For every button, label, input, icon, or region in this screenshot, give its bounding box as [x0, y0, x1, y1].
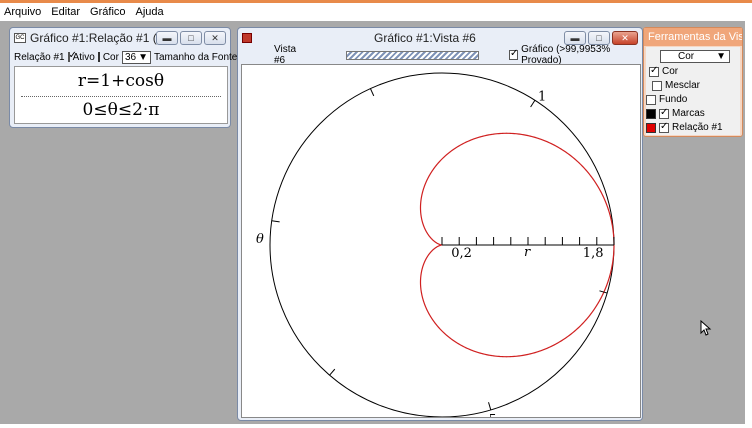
graph-restore-button[interactable]: □: [588, 31, 610, 45]
theta-tick: [369, 88, 375, 97]
relation-window-titlebar[interactable]: GC Gráfico #1:Relação #1 (Al... ▬ □ ✕: [10, 28, 230, 48]
theta-tick: [271, 220, 280, 223]
relation-name-label: Relação #1: [14, 51, 65, 63]
graph-window-icon: [242, 33, 252, 43]
constraint-text[interactable]: 0≤θ≤2·π: [15, 100, 227, 120]
relation-toolbar: Relação #1 Ativo Cor 36 ▼ Tamanho da Fon…: [14, 49, 237, 65]
minimize-icon: ▬: [570, 33, 580, 43]
theta-tick: [530, 99, 536, 108]
tool-item-relation[interactable]: Relação #1: [646, 121, 723, 133]
marks-color-swatch[interactable]: [646, 108, 656, 119]
tool-item-marks[interactable]: Marcas: [646, 107, 705, 119]
color-label: Cor: [102, 51, 119, 63]
tools-dropdown-value: Cor: [678, 51, 695, 62]
relation-checkbox[interactable]: [659, 121, 669, 133]
graph-canvas[interactable]: 0,2 1,8 r 1 5 θ: [241, 64, 641, 418]
menu-item-grafico[interactable]: Gráfico: [90, 6, 125, 18]
mouse-cursor-icon: [700, 320, 712, 336]
font-size-select[interactable]: 36 ▼: [121, 50, 151, 64]
tool-item-background[interactable]: Fundo: [646, 94, 687, 105]
tool-item-label: Relação #1: [672, 122, 723, 133]
theta-tick-label: 5: [488, 413, 496, 418]
restore-button[interactable]: □: [180, 31, 202, 45]
graph-proved-checkbox[interactable]: [509, 48, 518, 60]
tools-dropdown[interactable]: Cor ▼: [660, 50, 730, 63]
minimize-button[interactable]: ▬: [156, 31, 178, 45]
progress-hatch-bar: [345, 50, 479, 60]
graph-toolbar: Vista #6 Gráfico (>99,9953% Provado): [242, 44, 638, 67]
menu-item-ajuda[interactable]: Ajuda: [136, 6, 164, 18]
active-checkbox[interactable]: [67, 50, 77, 62]
r-axis-label: r: [524, 245, 531, 260]
graph-proved-label: Gráfico (>99,9953% Provado): [521, 44, 611, 66]
graph-window: Gráfico #1:Vista #6 ▬ □ ✕ Vista #6 Gráfi…: [237, 27, 643, 421]
close-button[interactable]: ✕: [204, 31, 226, 45]
graph-close-button[interactable]: ✕: [612, 31, 638, 45]
tool-item-blend[interactable]: Mesclar: [649, 80, 700, 91]
graph-window-title: Gráfico #1:Vista #6: [374, 31, 476, 45]
color-checkbox[interactable]: [649, 65, 659, 77]
tool-item-label: Cor: [662, 66, 679, 77]
menu-bar: Arquivo Editar Gráfico Ajuda: [0, 3, 752, 21]
font-size-value: 36: [124, 51, 137, 63]
font-size-label: Tamanho da Fonte: [153, 51, 238, 63]
theta-tick: [329, 368, 336, 376]
menu-item-arquivo[interactable]: Arquivo: [4, 6, 41, 18]
tools-window: Ferramentas da Vis... Cor ▼ Cor Mesclar …: [643, 27, 743, 137]
theta-tick-label: 1: [538, 90, 546, 105]
blend-checkbox[interactable]: [652, 80, 662, 91]
menu-item-editar[interactable]: Editar: [51, 6, 80, 18]
color-swatch[interactable]: [97, 52, 100, 62]
tools-panel: Cor ▼ Cor Mesclar Fundo Marcas Relação #…: [646, 47, 740, 135]
close-icon: ✕: [621, 32, 629, 43]
tool-item-label: Mesclar: [665, 80, 701, 91]
app-window-icon: GC: [14, 33, 26, 43]
theta-tick: [488, 402, 492, 411]
dropdown-arrow-icon: ▼: [716, 51, 726, 62]
restore-icon: □: [188, 33, 194, 43]
polar-plot: 0,2 1,8 r 1 5 θ: [256, 72, 615, 418]
equation-text[interactable]: r=1+cosθ: [15, 71, 227, 91]
relation-color-swatch[interactable]: [646, 122, 656, 133]
close-icon: ✕: [211, 32, 219, 43]
equation-separator: [21, 96, 221, 97]
tools-window-titlebar[interactable]: Ferramentas da Vis...: [644, 28, 742, 46]
tool-item-label: Marcas: [672, 108, 705, 119]
restore-icon: □: [596, 33, 602, 43]
relation-editor[interactable]: r=1+cosθ 0≤θ≤2·π: [14, 66, 228, 124]
theta-axis-label: θ: [256, 232, 264, 247]
r-tick-label: 0,2: [451, 246, 472, 261]
relation-window: GC Gráfico #1:Relação #1 (Al... ▬ □ ✕ Re…: [9, 27, 237, 128]
tool-item-color[interactable]: Cor: [649, 65, 679, 77]
background-checkbox[interactable]: [646, 94, 656, 105]
minimize-icon: ▬: [162, 33, 172, 43]
tools-window-title: Ferramentas da Vis...: [648, 31, 742, 43]
graph-minimize-button[interactable]: ▬: [564, 31, 586, 45]
marks-checkbox[interactable]: [659, 107, 669, 119]
tool-item-label: Fundo: [659, 94, 688, 105]
dropdown-arrow-icon: ▼: [138, 51, 148, 63]
r-tick-label: 1,8: [583, 246, 604, 261]
